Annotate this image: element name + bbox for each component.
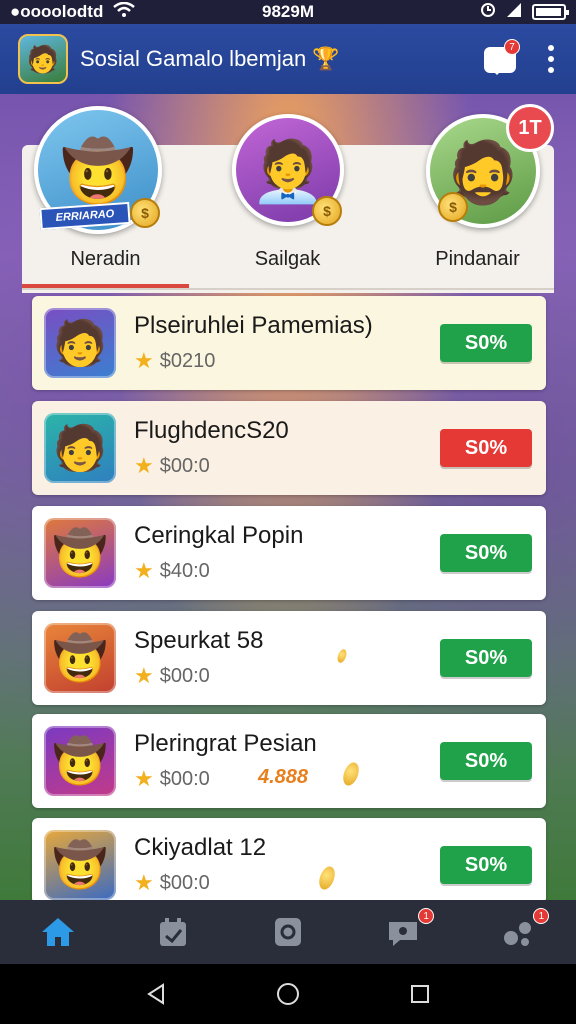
signal-icon (506, 2, 522, 23)
tab-pindanair[interactable]: Pindanair (390, 248, 565, 271)
game-thumbnail: 🧑 (44, 308, 116, 378)
star-icon: ★ (134, 558, 154, 583)
back-icon[interactable] (144, 982, 168, 1006)
nav-home[interactable] (0, 900, 115, 964)
discount-button[interactable]: S0% (440, 534, 532, 572)
coin-icon (340, 760, 362, 788)
system-navigation (0, 964, 576, 1024)
star-icon: ★ (134, 453, 154, 478)
wifi-icon (113, 1, 136, 23)
discount-button[interactable]: S0% (440, 429, 532, 467)
game-price: ★ $00:0 (134, 453, 210, 479)
list-item[interactable]: 🤠 Pleringrat Pesian ★ $00:0 4.888 S0% (32, 714, 546, 808)
game-price: ★ $40:0 (134, 558, 210, 584)
list-item[interactable]: 🤠 Ceringkal Popin ★ $40:0 S0% (32, 506, 546, 600)
game-price: ★ $00:0 (134, 663, 210, 689)
alarm-icon (480, 2, 496, 23)
discount-button[interactable]: S0% (440, 742, 532, 780)
player-avatar-image: 🧑‍💼 (250, 138, 326, 206)
friends-badge: 1 (533, 908, 550, 924)
game-thumbnail: 🤠 (44, 726, 116, 796)
game-price: ★ $0210 (134, 348, 215, 374)
price-value: $00:0 (159, 767, 210, 790)
nav-calendar[interactable] (115, 900, 230, 964)
game-name: FlughdencS20 (134, 417, 289, 444)
game-price: ★ $00:0 (134, 766, 210, 792)
chat-icon (275, 918, 301, 946)
notifications-button[interactable]: 7 (484, 39, 520, 75)
game-name: Speurkat 58 (134, 627, 264, 654)
price-value: $00:0 (159, 454, 210, 477)
star-icon: ★ (134, 663, 154, 688)
star-icon: ★ (134, 348, 154, 373)
app-bar: 🧑 Sosial Gamalo lbemjan 🏆 7 (0, 24, 576, 94)
app-logo[interactable]: 🧑 (18, 34, 68, 84)
home-icon (41, 918, 74, 946)
price-value: $00:0 (159, 871, 210, 894)
star-icon: ★ (134, 870, 154, 895)
coin-icon (335, 648, 349, 664)
game-name: Plseiruhlei Pamemias) (134, 312, 373, 339)
tab-divider (22, 288, 554, 290)
nav-messages[interactable]: 1 (346, 900, 461, 964)
coin-icon: $ (438, 192, 468, 222)
coin-icon: $ (312, 196, 342, 226)
status-bar: ●oooolodtd 9829M (0, 0, 576, 24)
home-button-icon[interactable] (276, 982, 300, 1006)
list-item[interactable]: 🤠 Ckiyadlat 12 ★ $00:0 S0% (32, 818, 546, 904)
nav-friends[interactable]: 1 (461, 900, 576, 964)
price-value: $00:0 (159, 664, 210, 687)
game-name: Ckiyadlat 12 (134, 834, 267, 861)
discount-button[interactable]: S0% (440, 846, 532, 884)
trophy-icon: 🏆 (312, 46, 340, 71)
friends-icon (504, 922, 532, 946)
messages-badge: 1 (418, 908, 435, 924)
notification-badge: 7 (504, 39, 520, 55)
coin-icon: $ (130, 198, 160, 228)
carrier-label: ●oooolodtd (10, 2, 104, 21)
price-value: $0210 (159, 349, 216, 372)
more-options-icon[interactable] (544, 41, 558, 77)
game-thumbnail: 🤠 (44, 518, 116, 588)
nav-chat[interactable] (230, 900, 345, 964)
player-avatar-image: 🤠 (60, 138, 136, 206)
bottom-navigation: 1 1 (0, 900, 576, 964)
game-thumbnail: 🧑 (44, 413, 116, 483)
price-value: $40:0 (159, 559, 210, 582)
messages-icon (389, 922, 418, 946)
bonus-value: 4.888 (258, 766, 309, 788)
battery-icon (532, 4, 569, 20)
tab-neradin[interactable]: Neradin (22, 248, 189, 271)
list-item[interactable]: 🤠 Speurkat 58 ★ $00:0 S0% (32, 611, 546, 705)
game-name: Pleringrat Pesian (134, 730, 317, 757)
coin-icon (316, 864, 338, 892)
list-item[interactable]: 🧑 Plseiruhlei Pamemias) ★ $0210 S0% (32, 296, 546, 390)
game-thumbnail: 🤠 (44, 830, 116, 900)
calendar-icon (159, 918, 186, 946)
game-name: Ceringkal Popin (134, 522, 304, 549)
game-price: ★ $00:0 (134, 870, 210, 896)
game-thumbnail: 🤠 (44, 623, 116, 693)
rank-badge: 1T (506, 104, 554, 152)
discount-button[interactable]: S0% (440, 324, 532, 362)
app-title: Sosial Gamalo lbemjan (80, 46, 307, 71)
tab-sailgak[interactable]: Sailgak (200, 248, 375, 271)
recents-icon[interactable] (408, 982, 432, 1006)
star-icon: ★ (134, 766, 154, 791)
list-item[interactable]: 🧑 FlughdencS20 ★ $00:0 S0% (32, 401, 546, 495)
discount-button[interactable]: S0% (440, 639, 532, 677)
